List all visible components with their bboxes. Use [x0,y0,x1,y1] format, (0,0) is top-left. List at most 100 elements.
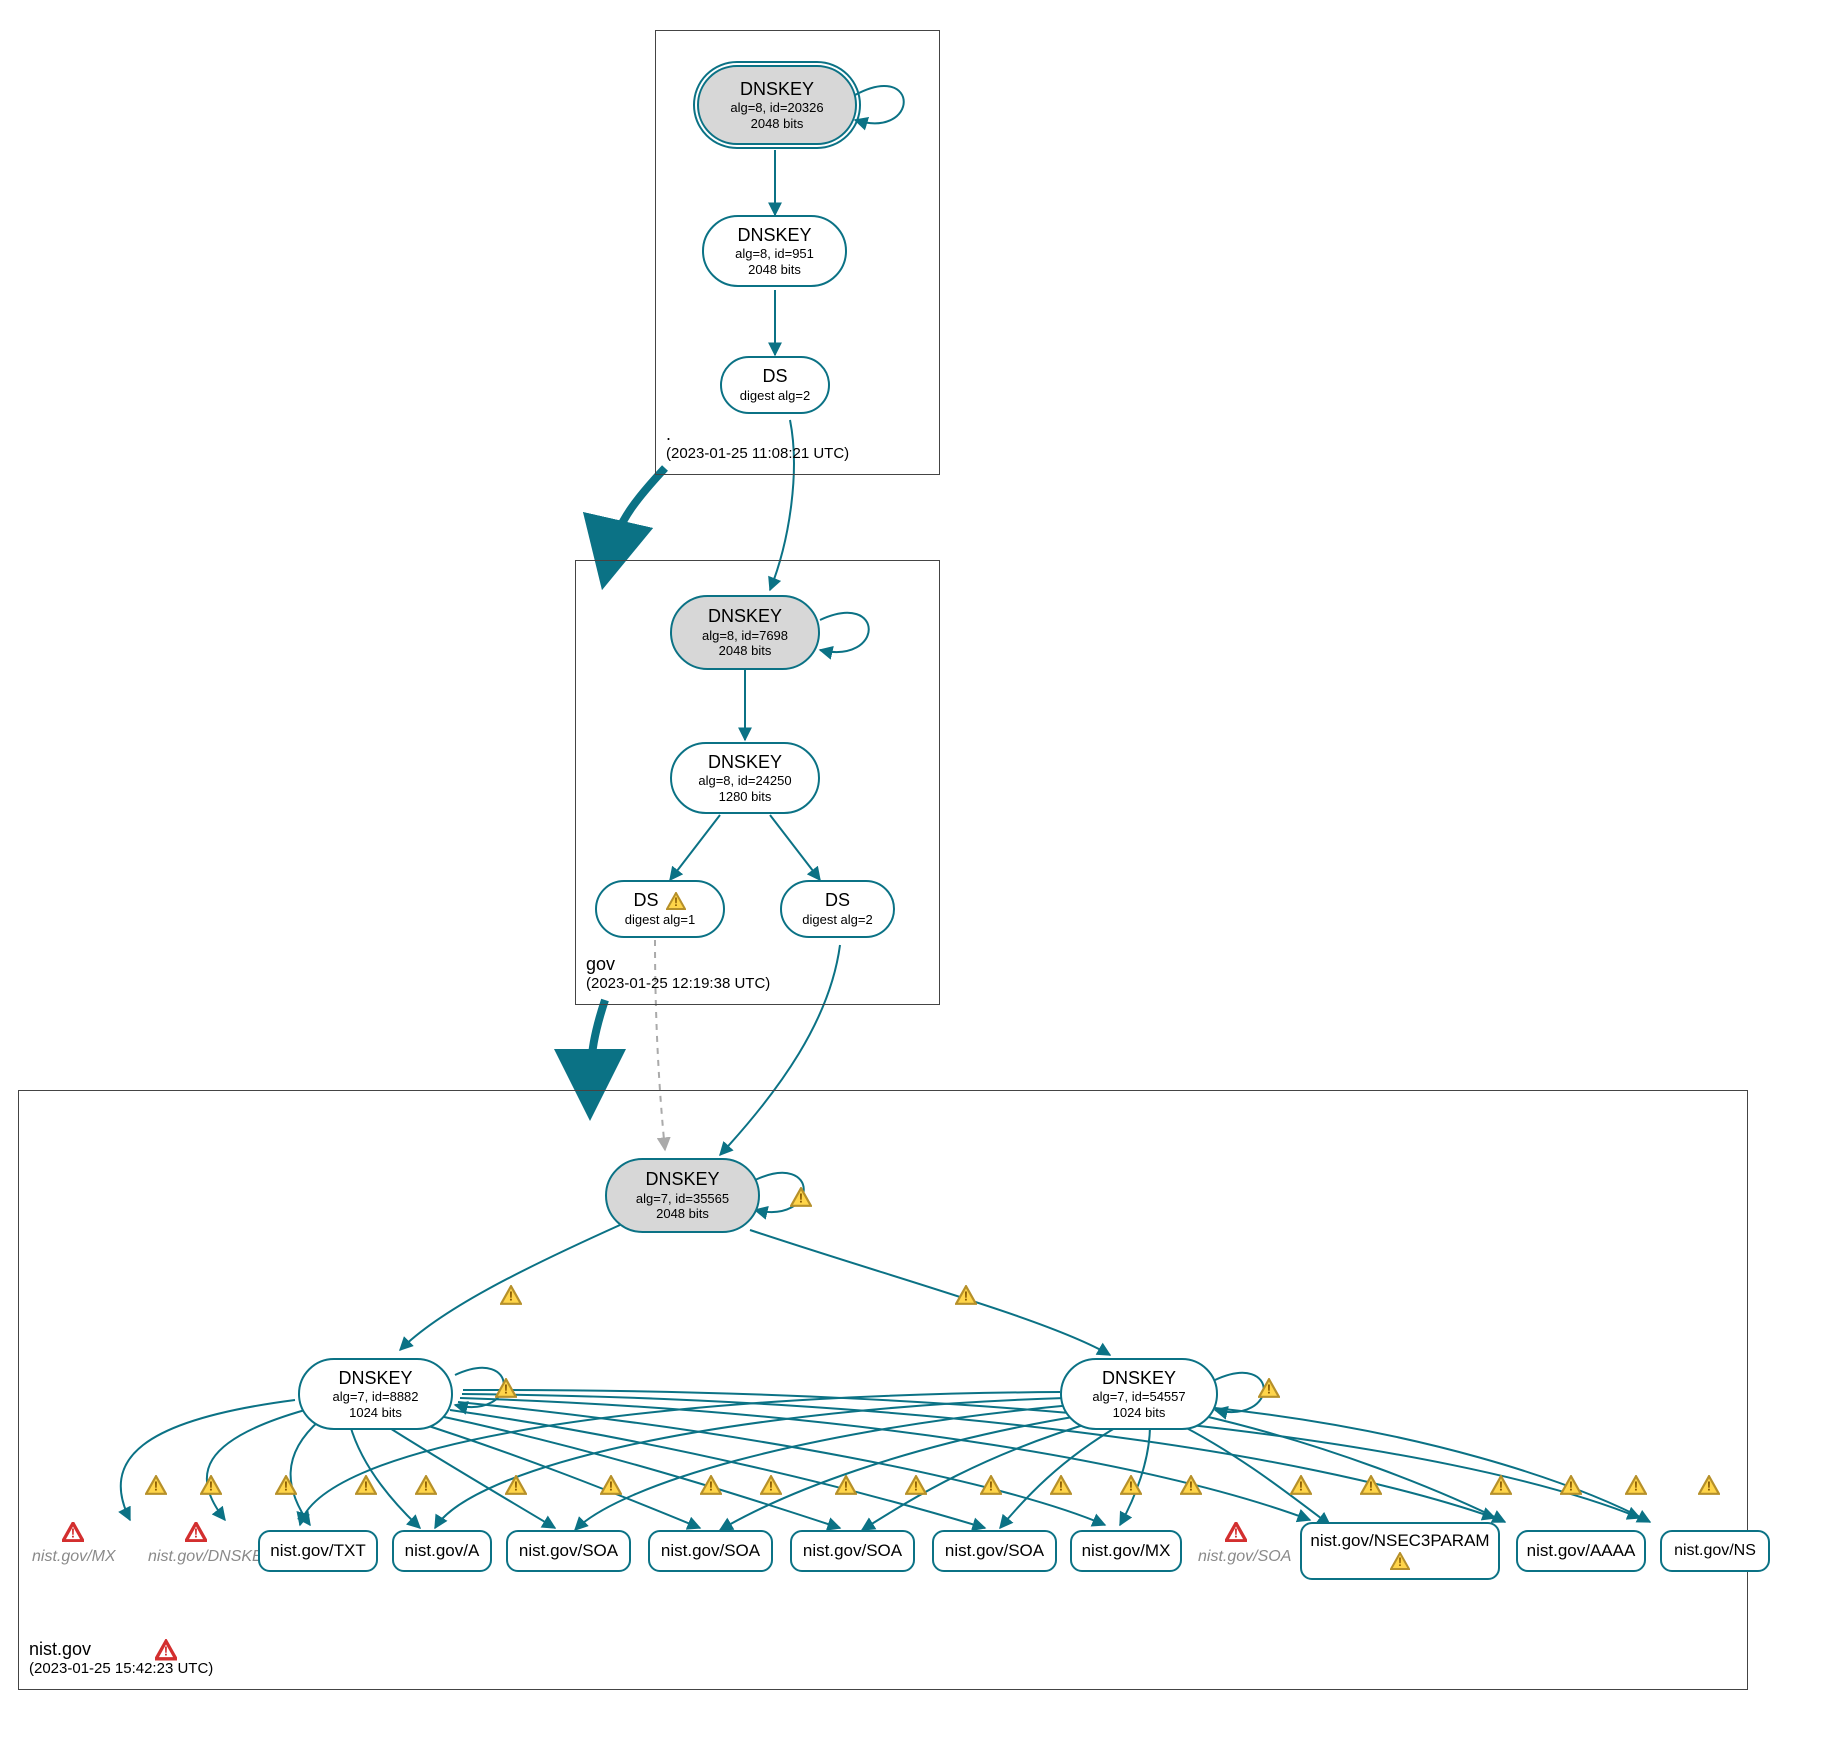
nist-zsk2-alg: alg=7, id=54557 [1092,1389,1185,1405]
warning-icon: ! [700,1475,722,1495]
gov-ds2-title: DS [825,890,850,912]
zone-nist-timestamp: (2023-01-25 15:42:23 UTC) [29,1660,213,1679]
warning-icon: ! [1560,1475,1582,1495]
svg-text:!: ! [1189,1479,1193,1494]
warning-icon: ! [1625,1475,1647,1495]
gov-ksk-alg: alg=8, id=7698 [702,628,788,644]
svg-text:!: ! [1059,1479,1063,1494]
error-icon: ! [1225,1522,1247,1542]
svg-text:!: ! [1267,1382,1271,1397]
svg-text:!: ! [844,1479,848,1494]
svg-text:!: ! [504,1382,508,1397]
svg-text:!: ! [364,1479,368,1494]
warning-icon: ! [1180,1475,1202,1495]
root-zsk-title: DNSKEY [737,225,811,247]
zone-gov-name: gov [586,953,770,976]
zone-gov-label: gov (2023-01-25 12:19:38 UTC) [586,953,770,994]
root-ksk-title: DNSKEY [740,79,814,101]
svg-text:!: ! [194,1526,198,1541]
gov-ksk-bits: 2048 bits [719,643,772,659]
warning-icon: ! [275,1475,297,1495]
nist-rrset-nsec3param: nist.gov/NSEC3PARAM ! [1300,1522,1500,1580]
nist-zsk1-alg: alg=7, id=8882 [332,1389,418,1405]
nist-ksk-node: DNSKEY alg=7, id=35565 2048 bits [605,1158,760,1233]
warning-icon: ! [1120,1475,1142,1495]
svg-text:!: ! [284,1479,288,1494]
nist-ksk-alg: alg=7, id=35565 [636,1191,729,1207]
svg-text:!: ! [1569,1479,1573,1494]
nist-rrset-soa3: nist.gov/SOA [790,1530,915,1572]
gov-ksk-node: DNSKEY alg=8, id=7698 2048 bits [670,595,820,670]
zone-root-name: . [666,423,849,446]
warning-icon: ! [835,1475,857,1495]
warning-icon: ! [200,1475,222,1495]
root-ds-alg: digest alg=2 [740,388,810,404]
nist-rrset-soa4: nist.gov/SOA [932,1530,1057,1572]
nist-ksk-title: DNSKEY [645,1169,719,1191]
warning-icon: ! [1698,1475,1720,1495]
svg-text:!: ! [914,1479,918,1494]
warning-icon: ! [665,891,687,911]
root-ksk-node: DNSKEY alg=8, id=20326 2048 bits [697,65,857,145]
gov-ds2-node: DS digest alg=2 [780,880,895,938]
warning-icon: ! [955,1285,977,1305]
nist-rrset-mx: nist.gov/MX [1070,1530,1182,1572]
nist-rrset-soa1: nist.gov/SOA [506,1530,631,1572]
nist-gray-mx: nist.gov/MX [32,1548,116,1566]
warning-icon: ! [1258,1378,1280,1398]
nist-zsk1-bits: 1024 bits [349,1405,402,1421]
gov-zsk-alg: alg=8, id=24250 [698,773,791,789]
svg-text:!: ! [1707,1479,1711,1494]
svg-text:!: ! [1234,1526,1238,1541]
gov-zsk-bits: 1280 bits [719,789,772,805]
root-zsk-node: DNSKEY alg=8, id=951 2048 bits [702,215,847,287]
svg-text:!: ! [709,1479,713,1494]
root-zsk-alg: alg=8, id=951 [735,246,814,262]
svg-text:!: ! [71,1526,75,1541]
warning-icon: ! [500,1285,522,1305]
zone-nist-name: nist.gov [29,1638,91,1661]
warning-icon: ! [905,1475,927,1495]
gov-ds1-title: DS [633,890,658,912]
nist-gray-soa: nist.gov/SOA [1198,1548,1291,1566]
svg-text:!: ! [514,1479,518,1494]
svg-text:!: ! [769,1479,773,1494]
nist-zsk2-bits: 1024 bits [1113,1405,1166,1421]
warning-icon: ! [505,1475,527,1495]
root-ds-node: DS digest alg=2 [720,356,830,414]
zone-nist: nist.gov (2023-01-25 15:42:23 UTC) [18,1090,1748,1690]
nist-rrset-aaaa: nist.gov/AAAA [1516,1530,1646,1572]
error-icon: ! [155,1640,177,1660]
zone-nist-label: nist.gov (2023-01-25 15:42:23 UTC) [29,1638,213,1679]
svg-text:!: ! [1499,1479,1503,1494]
svg-text:!: ! [674,895,678,909]
zone-root-label: . (2023-01-25 11:08:21 UTC) [666,423,849,464]
root-ksk-bits: 2048 bits [751,116,804,132]
svg-text:!: ! [989,1479,993,1494]
nist-zsk1-node: DNSKEY alg=7, id=8882 1024 bits [298,1358,453,1430]
warning-icon: ! [760,1475,782,1495]
svg-text:!: ! [209,1479,213,1494]
root-ksk-alg: alg=8, id=20326 [730,100,823,116]
warning-icon: ! [1490,1475,1512,1495]
warning-icon: ! [495,1378,517,1398]
gov-ds1-alg: digest alg=1 [625,912,695,928]
svg-text:!: ! [424,1479,428,1494]
diagram-canvas: . (2023-01-25 11:08:21 UTC) gov (2023-01… [0,0,1843,1755]
warning-icon: ! [1389,1551,1411,1571]
warning-icon: ! [355,1475,377,1495]
nist-rrset-nsec3param-label: nist.gov/NSEC3PARAM [1310,1531,1489,1551]
svg-text:!: ! [799,1191,803,1206]
nist-rrset-txt: nist.gov/TXT [258,1530,378,1572]
zone-gov-timestamp: (2023-01-25 12:19:38 UTC) [586,975,770,994]
nist-rrset-a: nist.gov/A [392,1530,492,1572]
svg-text:!: ! [1129,1479,1133,1494]
warning-icon: ! [980,1475,1002,1495]
nist-zsk2-title: DNSKEY [1102,1368,1176,1390]
nist-gray-dnskey: nist.gov/DNSKEY [148,1548,273,1566]
zone-root-timestamp: (2023-01-25 11:08:21 UTC) [666,445,849,464]
nist-rrset-ns: nist.gov/NS [1660,1530,1770,1572]
svg-text:!: ! [154,1479,158,1494]
gov-ds2-alg: digest alg=2 [802,912,872,928]
warning-icon: ! [1050,1475,1072,1495]
